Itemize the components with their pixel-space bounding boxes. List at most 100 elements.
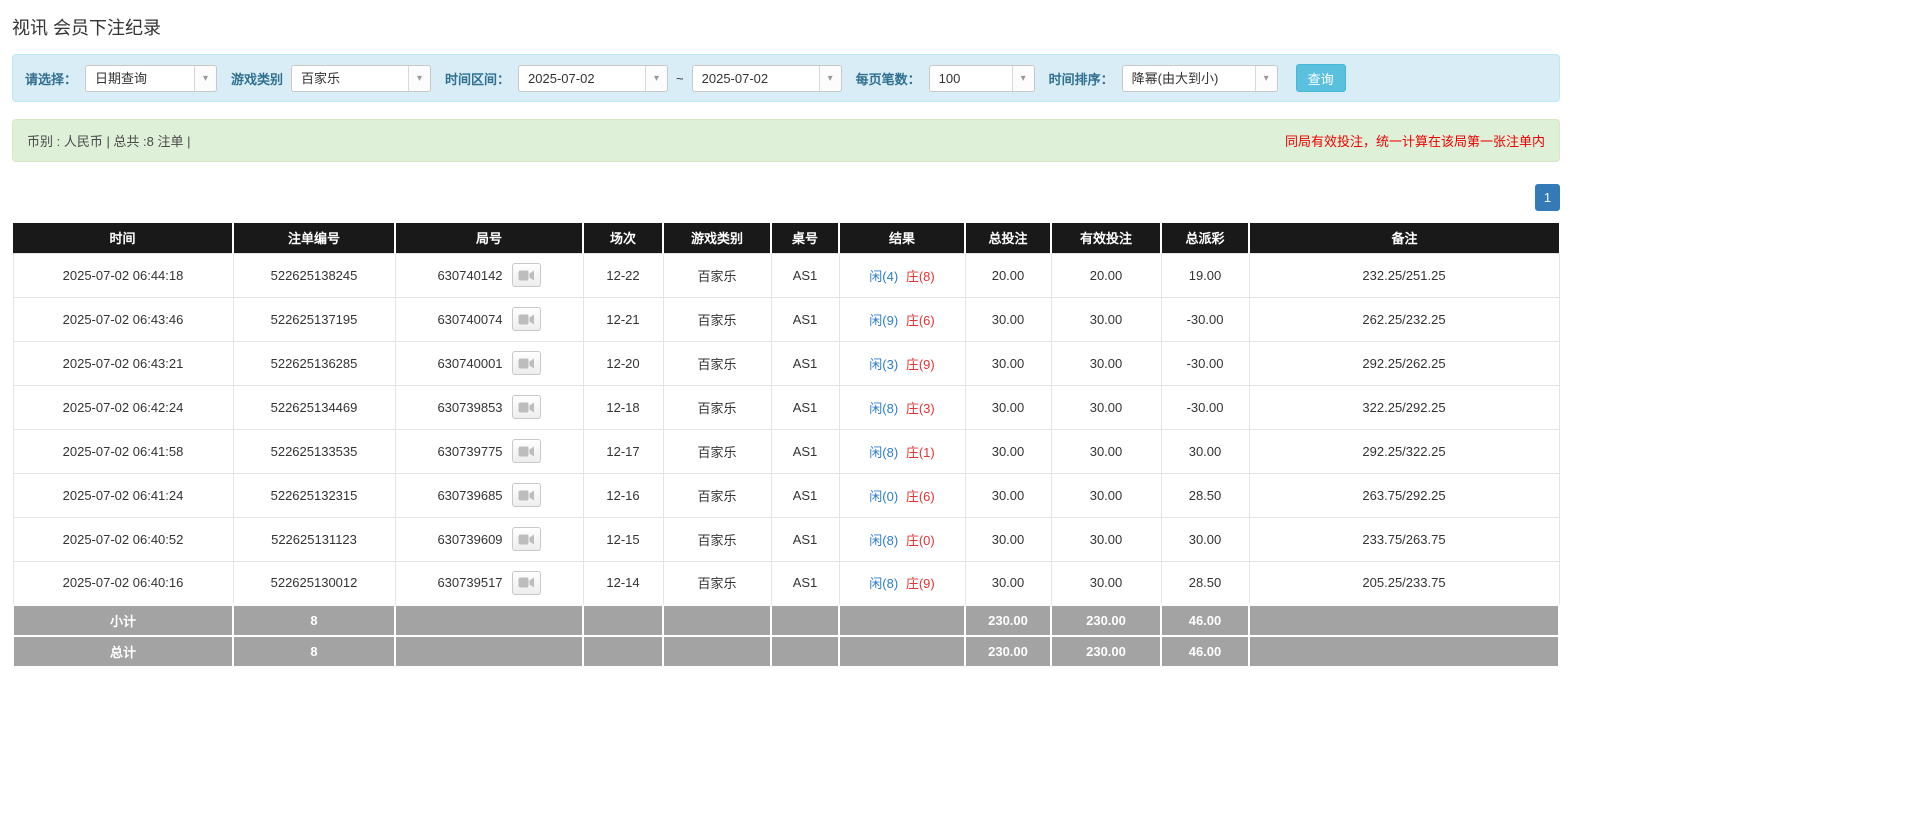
subtotal-row: 小计 8 230.00 230.00 46.00 — [12, 604, 1560, 637]
video-replay-button[interactable] — [511, 483, 541, 507]
total-empty-cell — [394, 635, 584, 668]
chevron-down-icon[interactable]: ▾ — [645, 65, 668, 91]
video-replay-button[interactable] — [511, 351, 541, 375]
video-replay-button[interactable] — [511, 570, 541, 595]
cell-bet-id: 522625137195 — [232, 296, 396, 342]
page-container: 视讯 会员下注纪录 请选择： 日期查询 ▾ 游戏类别 百家乐 ▾ 时间区间： 2… — [12, 14, 1560, 668]
video-camera-icon — [518, 402, 534, 412]
cell-total-bet[interactable]: 30.00 — [964, 428, 1052, 474]
cell-bet-id: 522625131123 — [232, 516, 396, 562]
cell-result: 闲(0) 庄(6) — [838, 472, 966, 518]
cell-total-bet[interactable]: 30.00 — [964, 472, 1052, 518]
round-id: 630739517 — [437, 575, 503, 591]
chevron-down-icon[interactable]: ▾ — [408, 65, 431, 91]
cell-total-bet[interactable]: 30.00 — [964, 296, 1052, 342]
round-id: 630739685 — [437, 487, 503, 503]
column-header: 游戏类别 — [663, 223, 772, 253]
chevron-down-icon[interactable]: ▾ — [1254, 65, 1277, 91]
game-type-label: 游戏类别 — [231, 71, 284, 87]
cell-bet-id: 522625133535 — [232, 428, 396, 474]
game-type-select[interactable]: 百家乐 ▾ — [291, 64, 432, 92]
total-empty-cell — [770, 635, 840, 668]
cell-session: 12-16 — [582, 472, 664, 518]
cell-table-no: AS1 — [770, 340, 840, 386]
video-camera-icon — [518, 314, 534, 324]
video-replay-button[interactable] — [511, 395, 541, 419]
result-player: 闲(4) — [869, 268, 899, 284]
cell-total-bet[interactable]: 30.00 — [964, 560, 1052, 606]
cell-total-bet[interactable]: 30.00 — [964, 340, 1052, 386]
result-banker: 庄(3) — [905, 400, 935, 416]
cell-total-bet[interactable]: 30.00 — [964, 384, 1052, 430]
result-player: 闲(3) — [869, 356, 899, 372]
sort-value: 降幂(由大到小) — [1131, 70, 1219, 86]
cell-session: 12-14 — [582, 560, 664, 606]
page-size-label: 每页笔数： — [855, 71, 921, 87]
cell-remark: 232.25/251.25 — [1248, 252, 1560, 298]
cell-payout: 28.50 — [1160, 560, 1250, 606]
cell-payout: 30.00 — [1160, 516, 1250, 562]
total-count: 8 — [232, 635, 396, 668]
table-row: 2025-07-02 06:43:46 522625137195 6307400… — [12, 296, 1560, 342]
time-range-group: 时间区间： 2025-07-02 ▾ ~ 2025-07-02 ▾ — [445, 64, 842, 92]
query-type-label: 请选择： — [25, 71, 78, 87]
date-from-select[interactable]: 2025-07-02 ▾ — [518, 64, 669, 92]
cell-payout: -30.00 — [1160, 296, 1250, 342]
date-to-value: 2025-07-02 — [701, 70, 769, 86]
column-header: 总投注 — [965, 223, 1052, 253]
sort-select[interactable]: 降幂(由大到小) ▾ — [1121, 64, 1278, 92]
cell-game-type: 百家乐 — [662, 516, 772, 562]
chevron-down-icon[interactable]: ▾ — [1011, 65, 1034, 91]
cell-time: 2025-07-02 06:42:24 — [12, 384, 234, 430]
cell-result: 闲(3) 庄(9) — [838, 340, 966, 386]
result-banker: 庄(6) — [905, 312, 935, 328]
total-row: 总计 8 230.00 230.00 46.00 — [12, 635, 1560, 668]
cell-table-no: AS1 — [770, 516, 840, 562]
table-row: 2025-07-02 06:43:21 522625136285 6307400… — [12, 340, 1560, 386]
video-replay-button[interactable] — [511, 439, 541, 463]
search-button[interactable]: 查询 — [1295, 64, 1346, 92]
video-replay-button[interactable] — [511, 307, 541, 331]
game-type-group: 游戏类别 百家乐 ▾ — [231, 64, 432, 92]
cell-payout: -30.00 — [1160, 340, 1250, 386]
query-type-value: 日期查询 — [95, 70, 148, 86]
total-label: 总计 — [12, 635, 234, 668]
date-to-select[interactable]: 2025-07-02 ▾ — [691, 64, 842, 92]
filter-bar: 请选择： 日期查询 ▾ 游戏类别 百家乐 ▾ 时间区间： 2025-07-02 … — [12, 54, 1560, 102]
video-camera-icon — [518, 534, 534, 544]
column-header: 有效投注 — [1051, 223, 1162, 253]
cell-table-no: AS1 — [770, 384, 840, 430]
video-replay-button[interactable] — [511, 527, 541, 551]
column-header: 桌号 — [771, 223, 840, 253]
cell-round: 630739609 — [394, 516, 584, 562]
page-button-1[interactable]: 1 — [1535, 184, 1560, 211]
cell-round: 630739853 — [394, 384, 584, 430]
cell-table-no: AS1 — [770, 252, 840, 298]
cell-valid-bet: 30.00 — [1050, 384, 1162, 430]
time-range-label: 时间区间： — [445, 71, 511, 87]
table-row: 2025-07-02 06:40:52 522625131123 6307396… — [12, 516, 1560, 562]
video-replay-button[interactable] — [511, 263, 541, 287]
cell-total-bet[interactable]: 20.00 — [964, 252, 1052, 298]
cell-game-type: 百家乐 — [662, 340, 772, 386]
result-banker: 庄(8) — [905, 268, 935, 284]
cell-bet-id: 522625134469 — [232, 384, 396, 430]
column-header: 总派彩 — [1161, 223, 1250, 253]
video-camera-icon — [518, 270, 534, 280]
result-player: 闲(9) — [869, 312, 899, 328]
video-camera-icon — [518, 490, 534, 500]
cell-total-bet[interactable]: 30.00 — [964, 516, 1052, 562]
cell-bet-id: 522625136285 — [232, 340, 396, 386]
table-row: 2025-07-02 06:42:24 522625134469 6307398… — [12, 384, 1560, 430]
cell-payout: -30.00 — [1160, 384, 1250, 430]
page-size-value: 100 — [938, 70, 961, 86]
cell-bet-id: 522625130012 — [232, 560, 396, 606]
date-from-value: 2025-07-02 — [528, 70, 595, 86]
cell-game-type: 百家乐 — [662, 560, 772, 606]
pagination: 1 — [12, 184, 1560, 211]
chevron-down-icon[interactable]: ▾ — [818, 65, 841, 91]
cell-round: 630739517 — [394, 560, 584, 606]
chevron-down-icon[interactable]: ▾ — [194, 65, 217, 91]
page-size-select[interactable]: 100 ▾ — [928, 64, 1035, 92]
query-type-select[interactable]: 日期查询 ▾ — [85, 64, 218, 92]
